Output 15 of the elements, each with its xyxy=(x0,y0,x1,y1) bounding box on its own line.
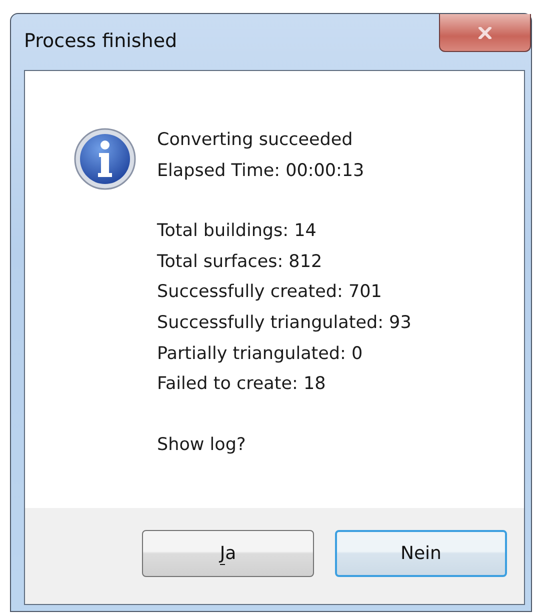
message-line: Successfully triangulated: 93 xyxy=(157,312,412,335)
window-title: Process finished xyxy=(24,30,178,52)
dialog-button[interactable]: Nein xyxy=(335,530,507,576)
message-line: Show log? xyxy=(157,434,247,457)
message-line: Total surfaces: 812 xyxy=(157,250,324,274)
message-line: Elapsed Time: 00:00:13 xyxy=(157,160,366,183)
message-line: Total buildings: 14 xyxy=(157,220,318,244)
close-icon xyxy=(478,26,492,38)
dialog-button[interactable]: Ja xyxy=(142,530,314,576)
message-line: Partially triangulated: 0 xyxy=(157,342,364,366)
information-icon xyxy=(73,127,137,191)
close-button[interactable] xyxy=(439,14,531,52)
message-line: Successfully created: 701 xyxy=(157,281,383,304)
message-line: Failed to create: 18 xyxy=(157,373,327,396)
message-line: Converting succeeded xyxy=(157,129,354,152)
